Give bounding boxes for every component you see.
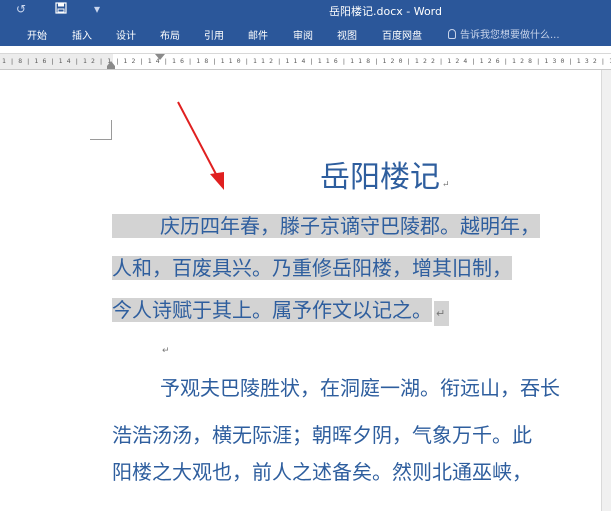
paragraph-mark-icon: ↵ [434,301,450,326]
tab-design[interactable]: 设计 [116,27,136,42]
text-line[interactable]: 浩浩汤汤，横无际涯；朝晖夕阴，气象万千。此 [112,421,532,449]
lightbulb-icon [448,29,456,39]
tab-home[interactable]: 开始 [27,27,47,42]
selected-text-line[interactable]: 人和，百废具兴。乃重修岳阳楼，增其旧制， [112,254,512,282]
tell-me-placeholder: 告诉我您想要做什么... [460,30,560,41]
title-bar: ↺ ▾ 岳阳楼记.docx - Word [0,0,611,20]
selected-text-line[interactable]: 庆历四年春，滕子京谪守巴陵郡。越明年， [112,212,540,240]
tab-review[interactable]: 审阅 [293,27,313,42]
tab-baidu-netdisk[interactable]: 百度网盘 [382,27,422,42]
line-text: 予观夫巴陵胜状，在洞庭一湖。衔远山，吞长 [160,376,560,400]
text-line[interactable]: 阳楼之大观也，前人之述备矣。然则北通巫峡， [112,458,532,486]
horizontal-ruler[interactable]: 1 | 8 | 1 6 | 1 4 | 1 2 | 1 | 1 2 | 1 4 … [0,54,611,70]
first-line-indent-marker[interactable] [155,54,165,60]
ruler-labels: 1 | 8 | 1 6 | 1 4 | 1 2 | 1 | 1 2 | 1 4 … [2,57,611,65]
paragraph-mark-icon: ↵ [442,180,450,190]
selected-line-text: 今人诗赋于其上。属予作文以记之。 [112,298,432,322]
window-title: 岳阳楼记.docx - Word [328,5,442,18]
tab-view[interactable]: 视图 [337,27,357,42]
selected-text-line[interactable]: 今人诗赋于其上。属予作文以记之。 ↵ [112,296,450,328]
tab-references[interactable]: 引用 [204,27,224,42]
document-heading[interactable]: 岳阳楼记 ↵ [320,152,450,196]
selected-line-text: 人和，百废具兴。乃重修岳阳楼，增其旧制， [112,256,512,280]
vertical-scrollbar[interactable] [601,70,611,511]
ribbon-tabs: 开始 插入 设计 布局 引用 邮件 审阅 视图 百度网盘 告诉我您想要做什么..… [0,20,611,46]
line-text: 阳楼之大观也，前人之述备矣。然则北通巫峡， [112,460,532,484]
page-margin-corner-mark [90,120,112,140]
text-line[interactable]: 予观夫巴陵胜状，在洞庭一湖。衔远山，吞长 [112,374,560,402]
left-indent-marker[interactable] [107,66,115,69]
empty-paragraph-mark-icon: ↵ [162,346,170,356]
tab-mailings[interactable]: 邮件 [248,27,268,42]
tab-insert[interactable]: 插入 [72,27,92,42]
line-text: 浩浩汤汤，横无际涯；朝晖夕阴，气象万千。此 [112,423,532,447]
selected-line-text: 庆历四年春，滕子京谪守巴陵郡。越明年， [112,214,540,238]
heading-text: 岳阳楼记 [320,160,440,195]
tell-me-search[interactable]: 告诉我您想要做什么... [448,26,560,41]
ribbon-collapsed-area [0,46,611,54]
tab-layout[interactable]: 布局 [160,27,180,42]
